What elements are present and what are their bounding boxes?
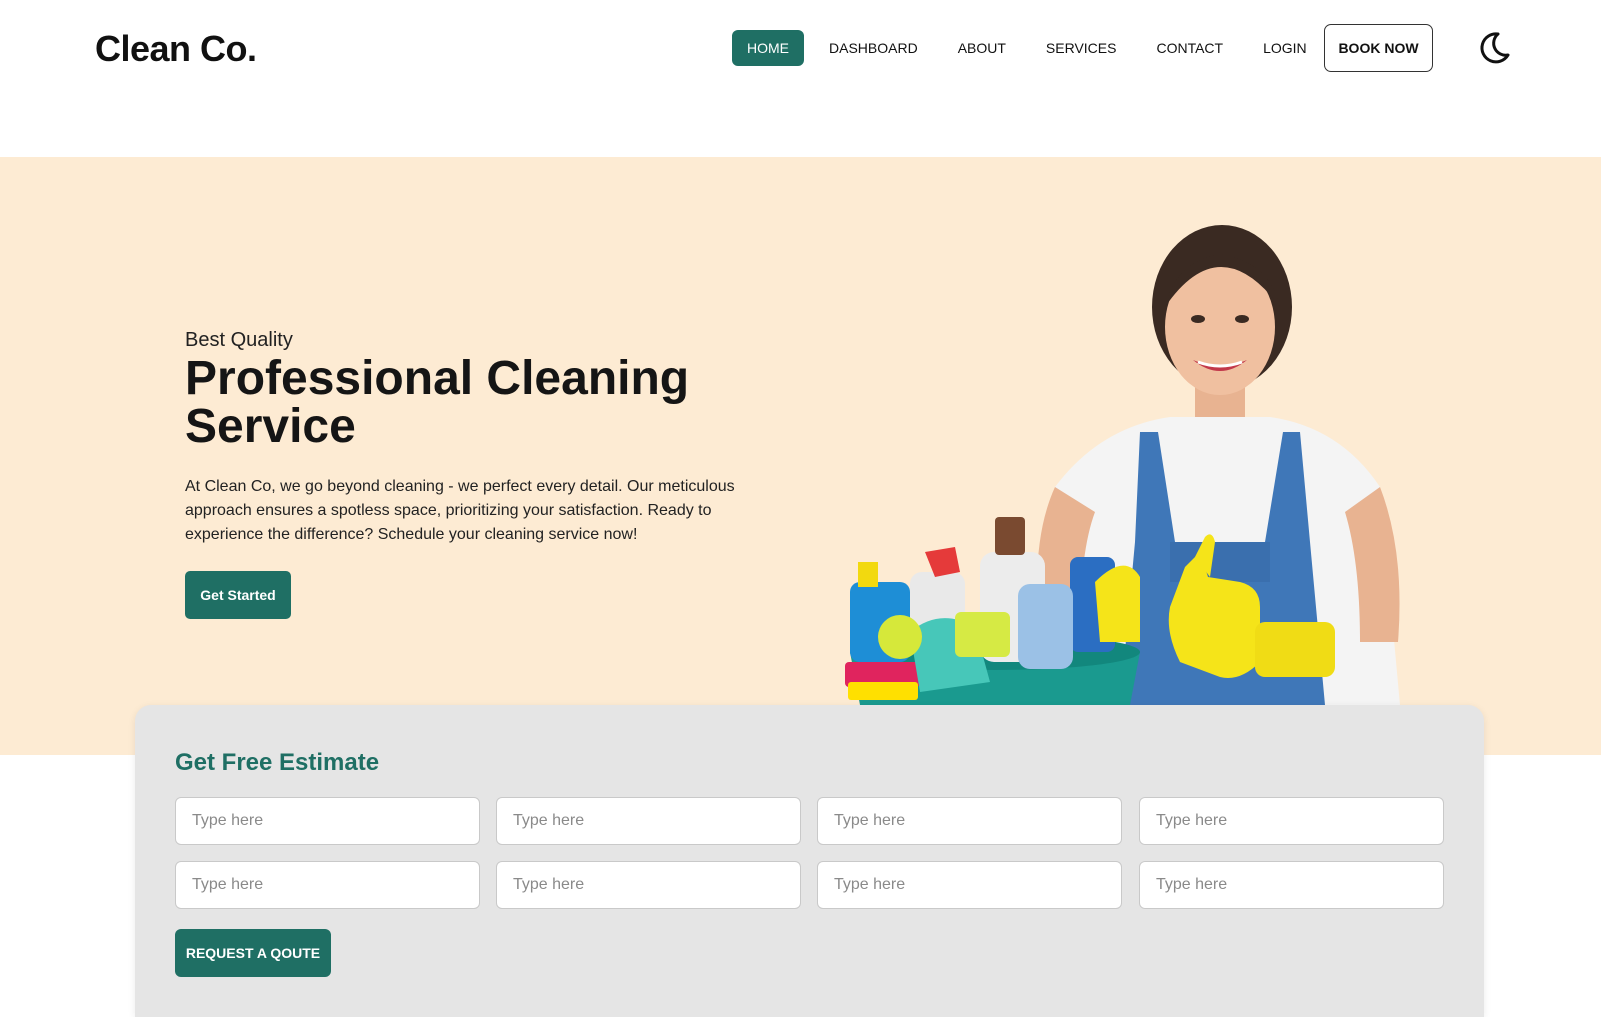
estimate-field-3[interactable] [817,797,1122,845]
estimate-field-7[interactable] [817,861,1122,909]
estimate-field-2[interactable] [496,797,801,845]
hero-description: At Clean Co, we go beyond cleaning - we … [185,478,735,543]
estimate-field-1[interactable] [175,797,480,845]
hero-title: Professional Cleaning Service [185,352,690,453]
nav-item-home[interactable]: HOME [732,30,804,66]
main-nav: HOME DASHBOARD ABOUT SERVICES CONTACT LO… [732,30,1332,66]
estimate-field-4[interactable] [1139,797,1444,845]
request-quote-button[interactable]: REQUEST A QOUTE [175,929,331,977]
hero-section: Best Quality Professional Cleaning Servi… [0,157,1601,755]
nav-item-contact[interactable]: CONTACT [1141,30,1238,66]
book-now-button[interactable]: BOOK NOW [1324,24,1433,72]
nav-item-login[interactable]: LOGIN [1248,30,1322,66]
cleaner-illustration [845,225,1400,705]
moon-icon[interactable] [1474,28,1514,68]
estimate-card: Get Free Estimate REQUEST A QOUTE [135,705,1484,1017]
estimate-field-8[interactable] [1139,861,1444,909]
estimate-field-5[interactable] [175,861,480,909]
brand-logo[interactable]: Clean Co. [95,28,257,70]
estimate-field-6[interactable] [496,861,801,909]
estimate-title: Get Free Estimate [175,749,380,776]
hero-subtitle: Best Quality [185,329,293,351]
nav-item-services[interactable]: SERVICES [1031,30,1132,66]
nav-item-dashboard[interactable]: DASHBOARD [814,30,933,66]
get-started-button[interactable]: Get Started [185,571,291,619]
nav-item-about[interactable]: ABOUT [943,30,1021,66]
site-header: Clean Co. HOME DASHBOARD ABOUT SERVICES … [0,0,1601,157]
